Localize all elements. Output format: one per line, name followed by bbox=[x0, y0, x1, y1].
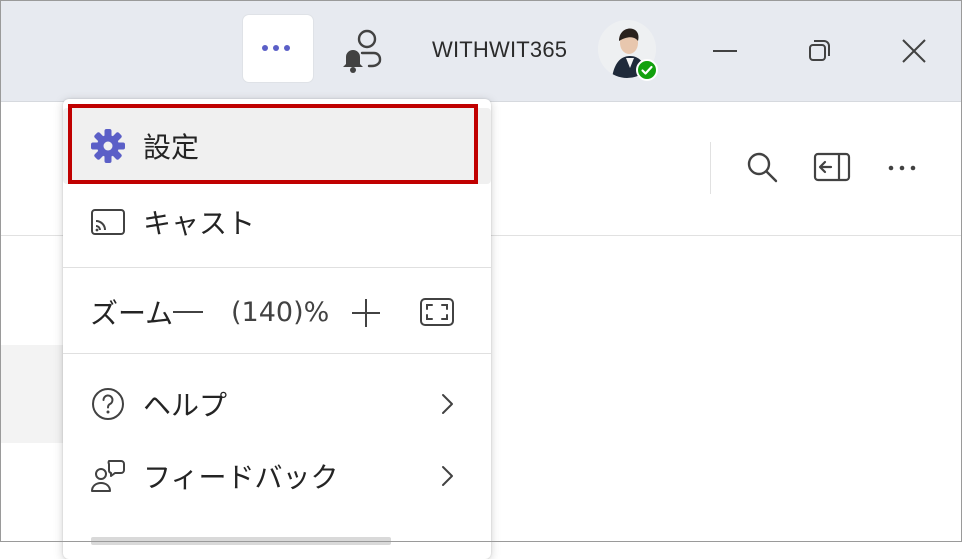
zoom-label: ズーム bbox=[90, 297, 174, 330]
menu-item-cast[interactable]: キャスト bbox=[63, 187, 491, 257]
zoom-value: (140)% bbox=[231, 296, 330, 328]
panel-collapse-icon bbox=[813, 152, 851, 182]
title-bar: WITHWIT365 bbox=[0, 0, 962, 102]
restore-button[interactable] bbox=[796, 28, 842, 74]
chevron-right-icon bbox=[435, 464, 459, 488]
minimize-icon bbox=[713, 50, 737, 52]
question-circle-icon bbox=[88, 384, 128, 424]
close-icon bbox=[902, 39, 926, 63]
ellipsis-icon bbox=[262, 45, 290, 51]
menu-item-label: フィードバック bbox=[143, 461, 339, 494]
menu-item-label: キャスト bbox=[143, 207, 256, 240]
panel-toggle-button[interactable] bbox=[812, 147, 852, 187]
menu-item-feedback[interactable]: フィードバック bbox=[63, 441, 491, 511]
menu-item-zoom: ズーム (140)% bbox=[63, 277, 491, 347]
menu-item-help[interactable]: ヘルプ bbox=[63, 369, 491, 439]
person-bell-icon bbox=[343, 29, 382, 73]
close-button[interactable] bbox=[891, 28, 937, 74]
person-feedback-icon bbox=[88, 456, 128, 496]
search-icon bbox=[747, 152, 778, 183]
search-button[interactable] bbox=[742, 147, 782, 187]
settings-highlight-box bbox=[68, 104, 478, 184]
menu-divider bbox=[63, 267, 491, 268]
checkmark-icon bbox=[641, 65, 653, 75]
chevron-right-icon bbox=[435, 392, 459, 416]
presence-available-badge bbox=[636, 59, 658, 81]
zoom-out-button[interactable] bbox=[173, 311, 203, 313]
minimize-button[interactable] bbox=[702, 28, 748, 74]
background-panel bbox=[0, 345, 64, 443]
more-options-toolbar-button[interactable] bbox=[882, 147, 922, 187]
plus-icon bbox=[352, 299, 380, 327]
cut-off-menu-item bbox=[91, 537, 391, 545]
full-screen-icon bbox=[420, 298, 454, 326]
menu-item-partial[interactable] bbox=[63, 519, 491, 559]
menu-item-label: ヘルプ bbox=[143, 389, 228, 422]
more-options-button[interactable] bbox=[243, 15, 313, 82]
more-options-icon bbox=[888, 165, 916, 171]
toolbar-divider bbox=[710, 142, 711, 194]
fit-to-screen-button[interactable] bbox=[419, 295, 455, 329]
zoom-in-button[interactable] bbox=[350, 297, 382, 329]
restore-icon bbox=[809, 40, 830, 61]
menu-divider bbox=[63, 353, 491, 354]
notifications-button[interactable] bbox=[338, 26, 384, 74]
account-name[interactable]: WITHWIT365 bbox=[432, 37, 567, 63]
cast-icon bbox=[88, 202, 128, 242]
